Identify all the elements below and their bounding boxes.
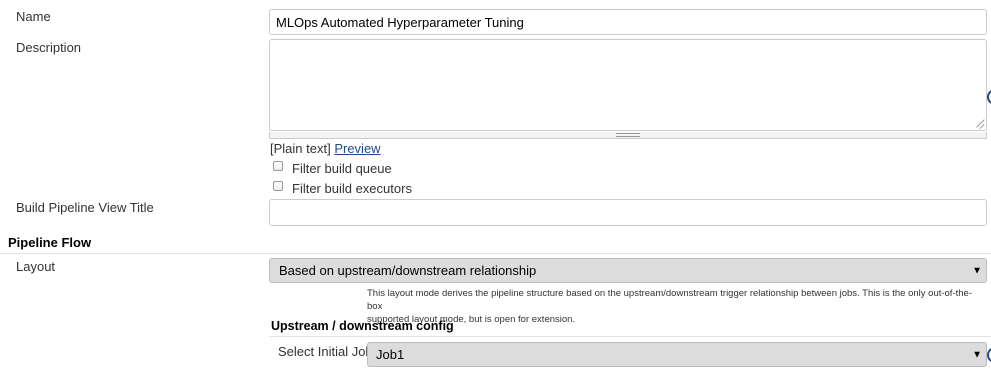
format-prefix: [Plain text] [270, 141, 331, 156]
section-divider [0, 253, 991, 254]
upstream-config-heading: Upstream / downstream config [271, 319, 454, 333]
description-textarea[interactable] [269, 39, 987, 131]
subsection-divider [269, 336, 991, 337]
view-title-label: Build Pipeline View Title [16, 200, 154, 215]
help-icon[interactable] [987, 347, 991, 363]
filter-build-queue-checkbox[interactable] [273, 161, 283, 171]
textarea-resize-handle[interactable] [269, 132, 987, 139]
layout-help-text: This layout mode derives the pipeline st… [367, 287, 987, 326]
resize-grip-icon[interactable] [975, 119, 984, 128]
view-title-input[interactable] [269, 199, 987, 226]
initial-job-select[interactable]: Job1 ▼ [367, 342, 987, 367]
filter-build-queue-label: Filter build queue [292, 161, 392, 176]
description-label: Description [16, 40, 82, 55]
layout-selected-value: Based on upstream/downstream relationshi… [279, 263, 537, 278]
name-input[interactable]: MLOps Automated Hyperparameter Tuning [269, 9, 987, 35]
chevron-down-icon: ▼ [972, 349, 982, 360]
initial-job-selected-value: Job1 [376, 347, 405, 362]
layout-select[interactable]: Based on upstream/downstream relationshi… [269, 258, 987, 283]
help-icon[interactable] [987, 89, 991, 105]
pipeline-flow-heading: Pipeline Flow [8, 235, 92, 250]
chevron-down-icon: ▼ [972, 265, 982, 276]
filter-build-executors-label: Filter build executors [292, 181, 412, 196]
layout-help-line-2: supported layout mode, but is open for e… [367, 314, 576, 325]
preview-link[interactable]: Preview [334, 141, 380, 156]
drag-handle-icon [616, 133, 640, 137]
initial-job-label: Select Initial Job [278, 344, 373, 359]
name-input-value: MLOps Automated Hyperparameter Tuning [276, 14, 524, 30]
layout-label: Layout [16, 259, 56, 274]
name-label: Name [16, 9, 51, 24]
filter-build-executors-checkbox[interactable] [273, 181, 283, 191]
layout-help-line-1: This layout mode derives the pipeline st… [367, 288, 972, 312]
format-info: [Plain text] Preview [270, 141, 381, 156]
